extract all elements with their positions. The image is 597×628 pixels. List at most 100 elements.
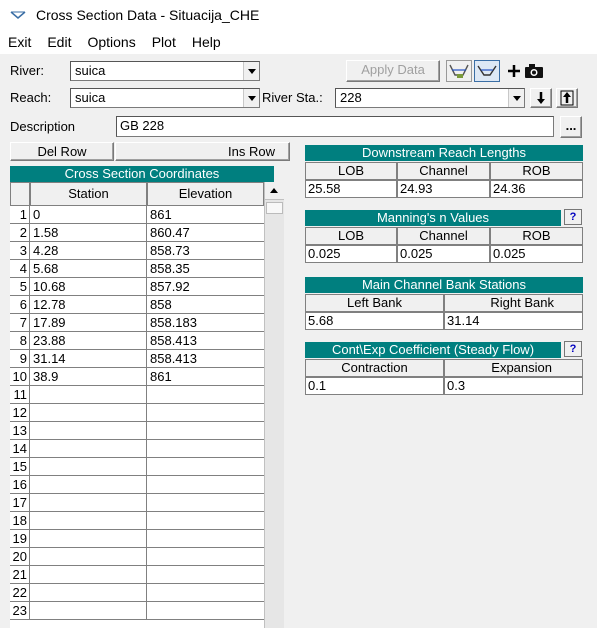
mannings-rob-input[interactable]: 0.025 — [490, 245, 583, 263]
apply-data-button[interactable]: Apply Data — [346, 60, 440, 82]
elevation-cell[interactable] — [147, 584, 266, 602]
del-row-button[interactable]: Del Row — [10, 142, 114, 161]
table-row[interactable]: 15 — [10, 458, 266, 476]
mannings-channel-input[interactable]: 0.025 — [397, 245, 490, 263]
row-index[interactable]: 10 — [10, 368, 30, 386]
menu-edit[interactable]: Edit — [45, 34, 73, 50]
table-row[interactable]: 19 — [10, 530, 266, 548]
contraction-input[interactable]: 0.1 — [305, 377, 444, 395]
station-cell[interactable]: 0 — [30, 206, 147, 224]
elevation-cell[interactable] — [147, 494, 266, 512]
row-index[interactable]: 19 — [10, 530, 30, 548]
station-cell[interactable]: 23.88 — [30, 332, 147, 350]
row-index[interactable]: 12 — [10, 404, 30, 422]
chevron-down-icon[interactable] — [508, 89, 524, 107]
elevation-cell[interactable] — [147, 476, 266, 494]
row-index[interactable]: 14 — [10, 440, 30, 458]
elevation-cell[interactable]: 861 — [147, 368, 266, 386]
station-cell[interactable]: 1.58 — [30, 224, 147, 242]
station-cell[interactable]: 17.89 — [30, 314, 147, 332]
station-cell[interactable] — [30, 404, 147, 422]
expansion-input[interactable]: 0.3 — [444, 377, 583, 395]
station-cell[interactable] — [30, 458, 147, 476]
station-cell[interactable]: 10.68 — [30, 278, 147, 296]
station-cell[interactable] — [30, 602, 147, 620]
elevation-cell[interactable] — [147, 422, 266, 440]
description-input[interactable]: GB 228 — [116, 116, 554, 137]
description-browse-button[interactable]: ... — [560, 116, 582, 138]
elevation-cell[interactable] — [147, 386, 266, 404]
station-cell[interactable]: 31.14 — [30, 350, 147, 368]
elevation-cell[interactable]: 858.183 — [147, 314, 266, 332]
station-cell[interactable] — [30, 584, 147, 602]
station-cell[interactable] — [30, 440, 147, 458]
elevation-cell[interactable] — [147, 602, 266, 620]
elevation-cell[interactable] — [147, 440, 266, 458]
station-cell[interactable]: 12.78 — [30, 296, 147, 314]
table-row[interactable]: 18 — [10, 512, 266, 530]
elevation-cell[interactable] — [147, 548, 266, 566]
row-index[interactable]: 4 — [10, 260, 30, 278]
row-index[interactable]: 11 — [10, 386, 30, 404]
elevation-cell[interactable]: 857.92 — [147, 278, 266, 296]
station-cell[interactable]: 4.28 — [30, 242, 147, 260]
row-index[interactable]: 5 — [10, 278, 30, 296]
menu-options[interactable]: Options — [85, 34, 137, 50]
chevron-down-icon[interactable] — [243, 62, 259, 80]
cont-exp-help-button[interactable]: ? — [564, 341, 582, 357]
cross-section-plot-toggle[interactable] — [474, 60, 500, 82]
table-row[interactable]: 2 1.58 860.47 — [10, 224, 266, 242]
camera-icon[interactable] — [524, 62, 544, 80]
elevation-cell[interactable] — [147, 458, 266, 476]
table-row[interactable]: 5 10.68 857.92 — [10, 278, 266, 296]
row-index[interactable]: 13 — [10, 422, 30, 440]
table-row[interactable]: 14 — [10, 440, 266, 458]
table-row[interactable]: 22 — [10, 584, 266, 602]
reach-length-channel-input[interactable]: 24.93 — [397, 180, 490, 198]
row-index[interactable]: 6 — [10, 296, 30, 314]
station-cell[interactable] — [30, 548, 147, 566]
river-sta-select[interactable]: 228 — [335, 88, 525, 108]
station-cell[interactable] — [30, 512, 147, 530]
scroll-up-icon[interactable] — [265, 182, 284, 200]
grid-scrollbar[interactable] — [264, 182, 284, 628]
menu-exit[interactable]: Exit — [6, 34, 33, 50]
table-row[interactable]: 3 4.28 858.73 — [10, 242, 266, 260]
reach-length-rob-input[interactable]: 24.36 — [490, 180, 583, 198]
row-index[interactable]: 2 — [10, 224, 30, 242]
reach-select[interactable]: suica — [70, 88, 260, 108]
station-cell[interactable]: 38.9 — [30, 368, 147, 386]
station-cell[interactable] — [30, 530, 147, 548]
table-row[interactable]: 6 12.78 858 — [10, 296, 266, 314]
table-row[interactable]: 13 — [10, 422, 266, 440]
elevation-cell[interactable]: 860.47 — [147, 224, 266, 242]
row-index[interactable]: 15 — [10, 458, 30, 476]
row-index[interactable]: 20 — [10, 548, 30, 566]
elevation-cell[interactable] — [147, 566, 266, 584]
station-cell[interactable] — [30, 386, 147, 404]
row-index[interactable]: 22 — [10, 584, 30, 602]
row-index[interactable]: 23 — [10, 602, 30, 620]
menu-plot[interactable]: Plot — [150, 34, 178, 50]
row-index[interactable]: 9 — [10, 350, 30, 368]
table-row[interactable]: 23 — [10, 602, 266, 620]
station-cell[interactable] — [30, 422, 147, 440]
scroll-thumb[interactable] — [266, 202, 283, 214]
station-cell[interactable] — [30, 494, 147, 512]
row-index[interactable]: 16 — [10, 476, 30, 494]
ins-row-button[interactable]: Ins Row — [115, 142, 290, 161]
table-row[interactable]: 10 38.9 861 — [10, 368, 266, 386]
station-cell[interactable] — [30, 476, 147, 494]
elevation-cell[interactable] — [147, 512, 266, 530]
table-row[interactable]: 7 17.89 858.183 — [10, 314, 266, 332]
elevation-cell[interactable]: 858.73 — [147, 242, 266, 260]
elevation-cell[interactable]: 858.35 — [147, 260, 266, 278]
table-row[interactable]: 1 0 861 — [10, 206, 266, 224]
elevation-cell[interactable] — [147, 404, 266, 422]
elevation-cell[interactable]: 858.413 — [147, 332, 266, 350]
row-index[interactable]: 17 — [10, 494, 30, 512]
add-icon[interactable] — [506, 63, 522, 79]
table-row[interactable]: 20 — [10, 548, 266, 566]
plot-cross-section-button[interactable] — [446, 60, 472, 82]
mannings-help-button[interactable]: ? — [564, 209, 582, 225]
